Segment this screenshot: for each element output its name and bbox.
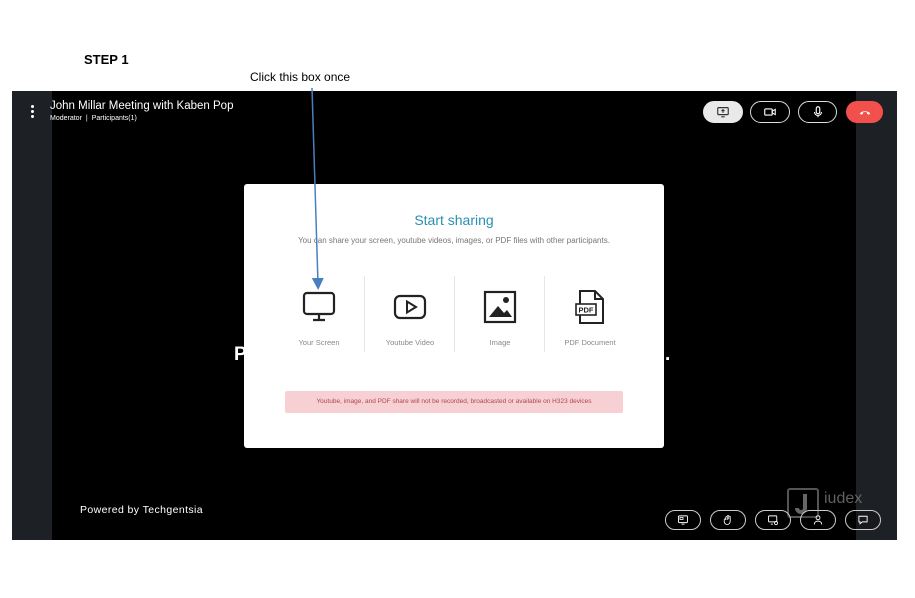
separator: | bbox=[85, 115, 88, 122]
meeting-title: John Millar Meeting with Kaben Pop bbox=[50, 100, 234, 112]
share-option-your-screen[interactable]: Your Screen bbox=[274, 276, 364, 352]
menu-icon[interactable] bbox=[27, 103, 37, 123]
option-label: Your Screen bbox=[298, 338, 340, 347]
hand-icon bbox=[723, 515, 731, 525]
participants-count[interactable]: Participants(1) bbox=[92, 115, 137, 122]
share-option-pdf-document[interactable]: PDF PDF Document bbox=[544, 276, 634, 352]
screen-share-icon bbox=[717, 107, 729, 118]
phone-hangup-icon bbox=[859, 111, 870, 115]
layout-button[interactable] bbox=[665, 510, 701, 530]
layout-icon bbox=[678, 515, 688, 525]
annotation-text: Click this box once bbox=[250, 70, 351, 84]
start-sharing-dialog: Start sharing You can share your screen,… bbox=[244, 184, 664, 448]
option-label: PDF Document bbox=[564, 338, 616, 347]
dialog-description: You can share your screen, youtube video… bbox=[298, 236, 610, 245]
share-warning-banner: Youtube, image, and PDF share will not b… bbox=[285, 391, 623, 413]
image-icon bbox=[483, 290, 517, 324]
play-button-icon bbox=[393, 294, 427, 320]
share-option-image[interactable]: Image bbox=[454, 276, 544, 352]
meeting-subtitle: Moderator | Participants(1) bbox=[50, 115, 137, 122]
participants-button[interactable] bbox=[800, 510, 836, 530]
chat-button[interactable] bbox=[845, 510, 881, 530]
background-text-right: . bbox=[665, 344, 671, 365]
option-label: Youtube Video bbox=[385, 338, 435, 347]
share-screen-button[interactable] bbox=[703, 101, 743, 123]
powered-by-text: Powered by Techgentsia bbox=[80, 504, 204, 516]
dialog-title: Start sharing bbox=[414, 212, 494, 228]
share-option-youtube-video[interactable]: Youtube Video bbox=[364, 276, 454, 352]
end-call-button[interactable] bbox=[846, 101, 883, 123]
option-label: Image bbox=[489, 338, 511, 347]
microphone-button[interactable] bbox=[798, 101, 837, 123]
share-options: Your Screen Youtube Video Image PDF PDF … bbox=[274, 276, 634, 352]
screen-settings-button[interactable] bbox=[755, 510, 791, 530]
pdf-icon-text: PDF bbox=[579, 306, 594, 315]
microphone-icon bbox=[813, 106, 822, 118]
raise-hand-button[interactable] bbox=[710, 510, 746, 530]
video-camera-icon bbox=[764, 108, 776, 116]
screen-settings-icon bbox=[768, 515, 779, 526]
monitor-icon bbox=[302, 291, 336, 322]
chat-icon bbox=[858, 515, 868, 525]
participants-icon bbox=[813, 515, 823, 525]
role-label: Moderator bbox=[50, 115, 82, 122]
step-title: STEP 1 bbox=[84, 52, 129, 67]
brand-name: iudex bbox=[824, 490, 863, 507]
pdf-file-icon: PDF bbox=[575, 290, 604, 324]
video-button[interactable] bbox=[750, 101, 790, 123]
